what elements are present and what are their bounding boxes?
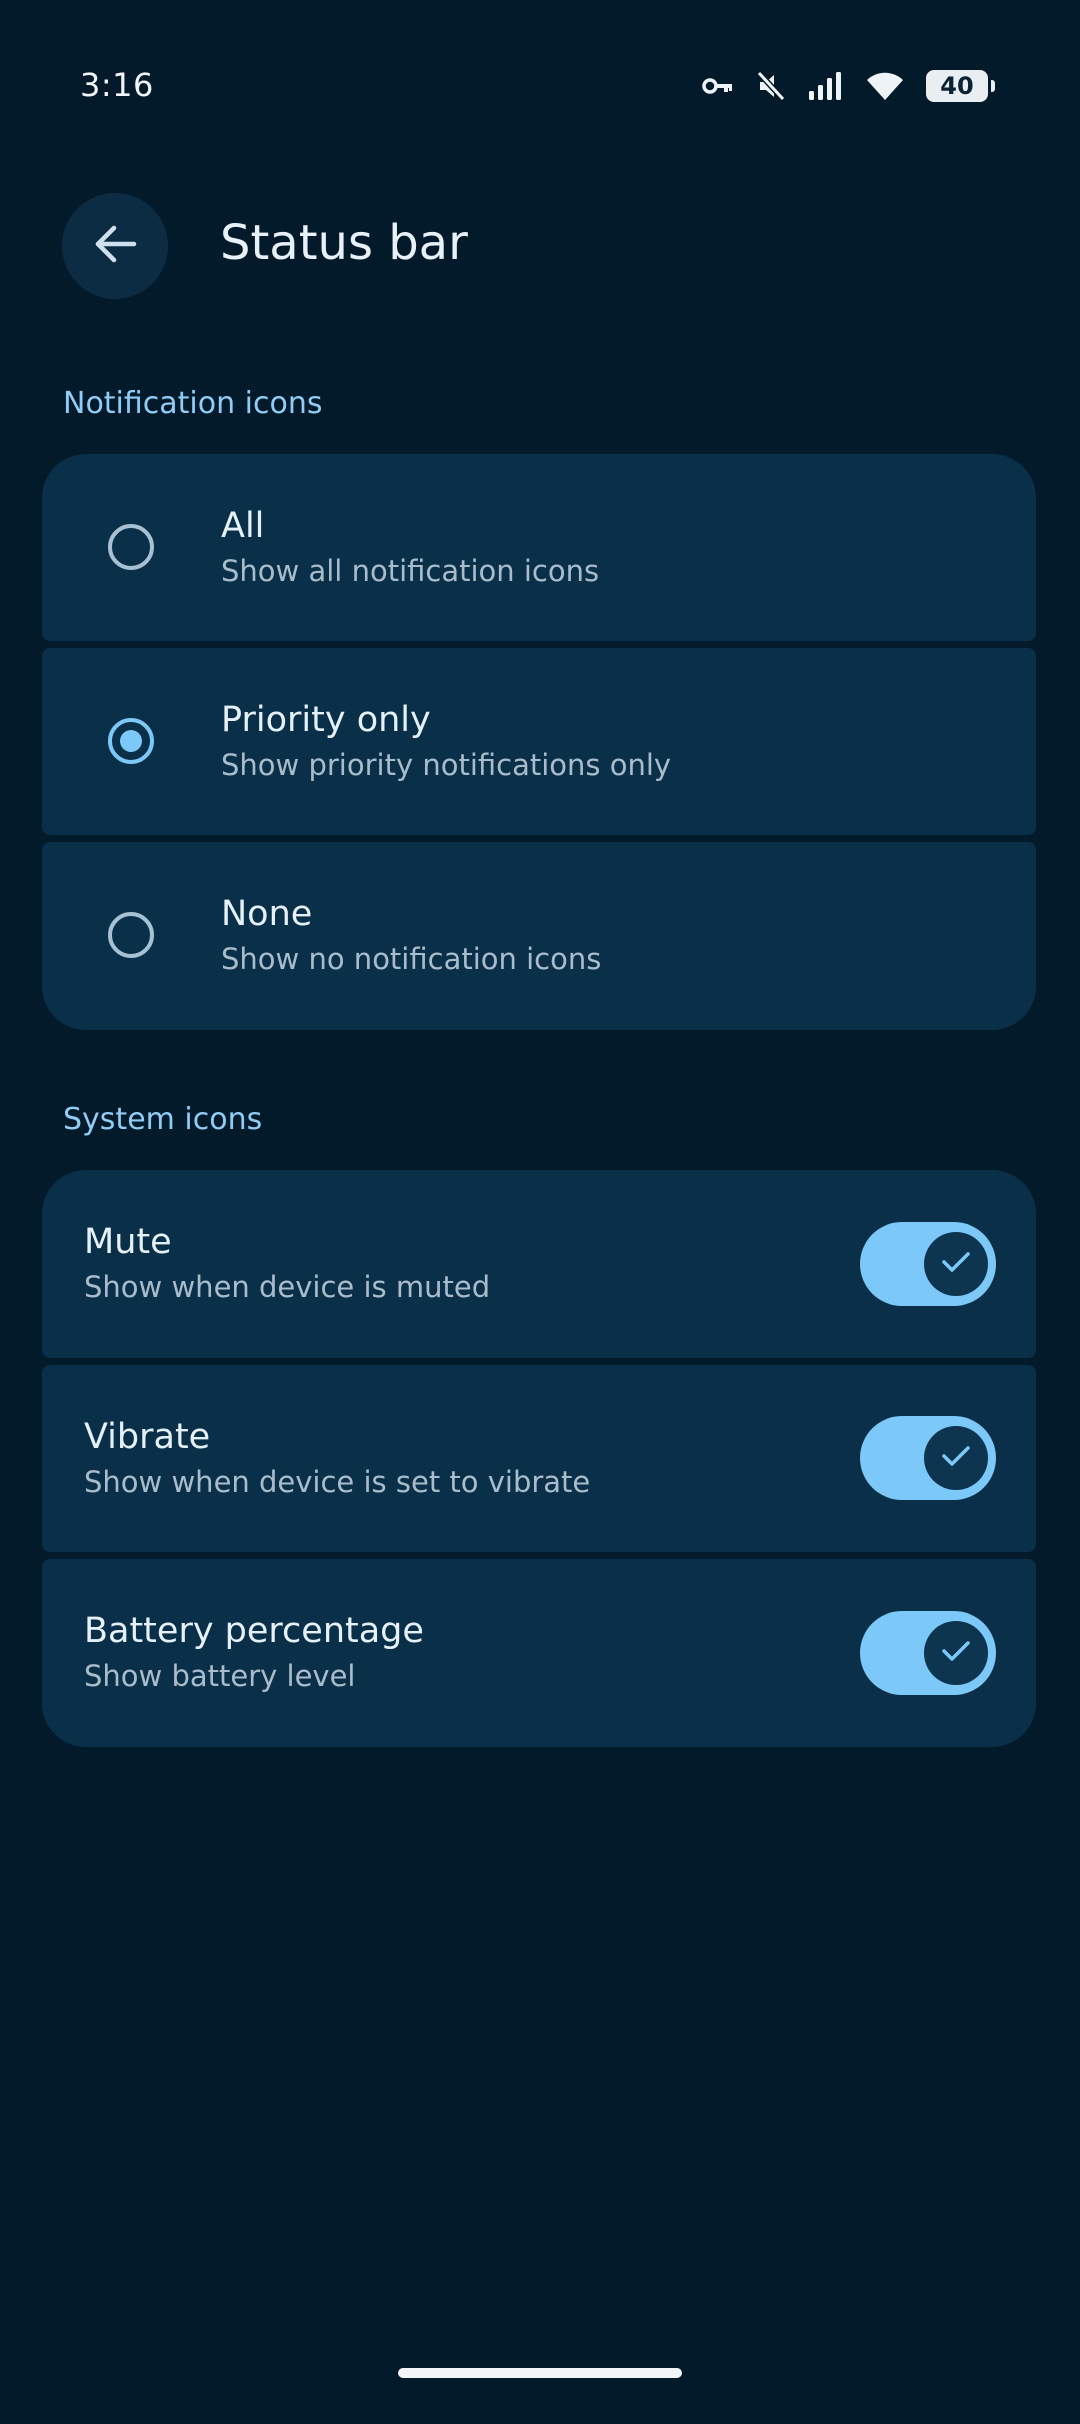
option-description: Show no notification icons: [221, 942, 602, 976]
check-icon: [941, 1639, 971, 1667]
option-description: Show all notification icons: [221, 554, 600, 588]
option-label: Priority only: [221, 700, 431, 740]
home-indicator[interactable]: [398, 2368, 682, 2378]
option-label: All: [221, 506, 265, 546]
battery-icon: 40: [926, 70, 995, 102]
option-description: Show priority notifications only: [221, 748, 672, 782]
toggle-description: Show when device is set to vibrate: [84, 1465, 591, 1499]
toggle-label: Mute: [84, 1222, 172, 1262]
radio-button[interactable]: [108, 912, 154, 958]
mute-icon: [756, 70, 786, 102]
clock: 3:16: [80, 66, 154, 104]
wifi-icon: [866, 71, 904, 101]
radio-button-selected[interactable]: [108, 718, 154, 764]
arrow-back-icon: [92, 224, 138, 268]
radio-button[interactable]: [108, 524, 154, 570]
battery-percentage-switch[interactable]: [860, 1611, 996, 1695]
radio-option-none[interactable]: None Show no notification icons: [42, 842, 1036, 1030]
toggle-row-mute[interactable]: Mute Show when device is muted: [42, 1170, 1036, 1358]
back-button[interactable]: [62, 193, 168, 299]
toggle-label: Battery percentage: [84, 1611, 424, 1651]
section-title-system-icons: System icons: [63, 1102, 263, 1137]
switch-thumb: [924, 1621, 988, 1685]
switch-thumb: [924, 1426, 988, 1490]
switch-thumb: [924, 1232, 988, 1296]
option-label: None: [221, 894, 313, 934]
vpn-key-icon: [702, 76, 734, 96]
system-status-bar: 3:16 40: [0, 0, 1080, 176]
toggle-description: Show battery level: [84, 1659, 356, 1693]
signal-icon: [808, 71, 844, 101]
vibrate-switch[interactable]: [860, 1416, 996, 1500]
toggle-description: Show when device is muted: [84, 1270, 491, 1304]
mute-switch[interactable]: [860, 1222, 996, 1306]
radio-option-all[interactable]: All Show all notification icons: [42, 454, 1036, 641]
status-icons: 40: [702, 64, 995, 108]
check-icon: [941, 1250, 971, 1278]
radio-option-priority-only[interactable]: Priority only Show priority notification…: [42, 648, 1036, 835]
toggle-label: Vibrate: [84, 1417, 211, 1457]
page-title: Status bar: [220, 215, 468, 271]
check-icon: [941, 1444, 971, 1472]
toggle-row-battery-percentage[interactable]: Battery percentage Show battery level: [42, 1559, 1036, 1747]
section-title-notification-icons: Notification icons: [63, 386, 323, 421]
toggle-row-vibrate[interactable]: Vibrate Show when device is set to vibra…: [42, 1365, 1036, 1552]
